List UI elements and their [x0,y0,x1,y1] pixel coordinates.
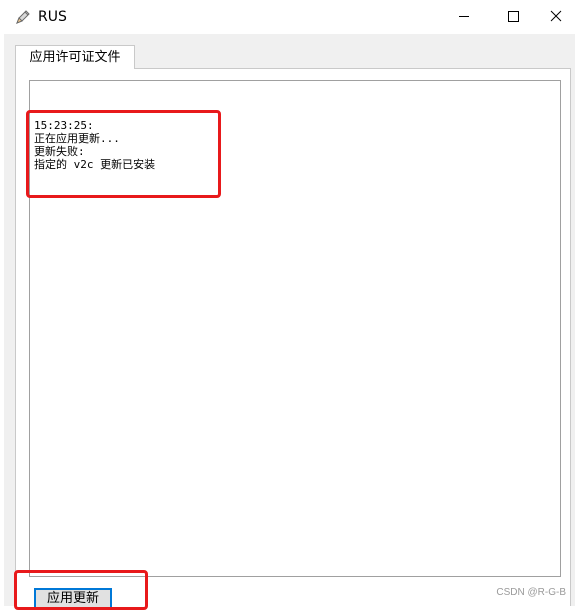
minimize-icon [459,16,469,17]
log-output-textarea[interactable]: 15:23:25: 正在应用更新... 更新失败: 指定的 v2c 更新已安装 [29,80,561,577]
maximize-button[interactable] [491,0,537,32]
title-bar: RUS [0,0,579,34]
close-button[interactable] [533,0,579,32]
log-line-applying: 正在应用更新... [34,132,120,145]
tab-apply-license-file[interactable]: 应用许可证文件 [15,45,135,69]
pencil-app-icon [14,8,32,26]
close-icon [550,10,562,22]
log-line-timestamp: 15:23:25: [34,119,94,132]
log-line-already-installed: 指定的 v2c 更新已安装 [34,158,156,171]
minimize-button[interactable] [441,0,487,32]
log-line-failed: 更新失败: [34,145,85,158]
apply-update-button[interactable]: 应用更新 [34,588,112,610]
window-title: RUS [38,9,67,25]
maximize-icon [508,11,519,22]
watermark: CSDN @R-G-B [496,587,566,598]
